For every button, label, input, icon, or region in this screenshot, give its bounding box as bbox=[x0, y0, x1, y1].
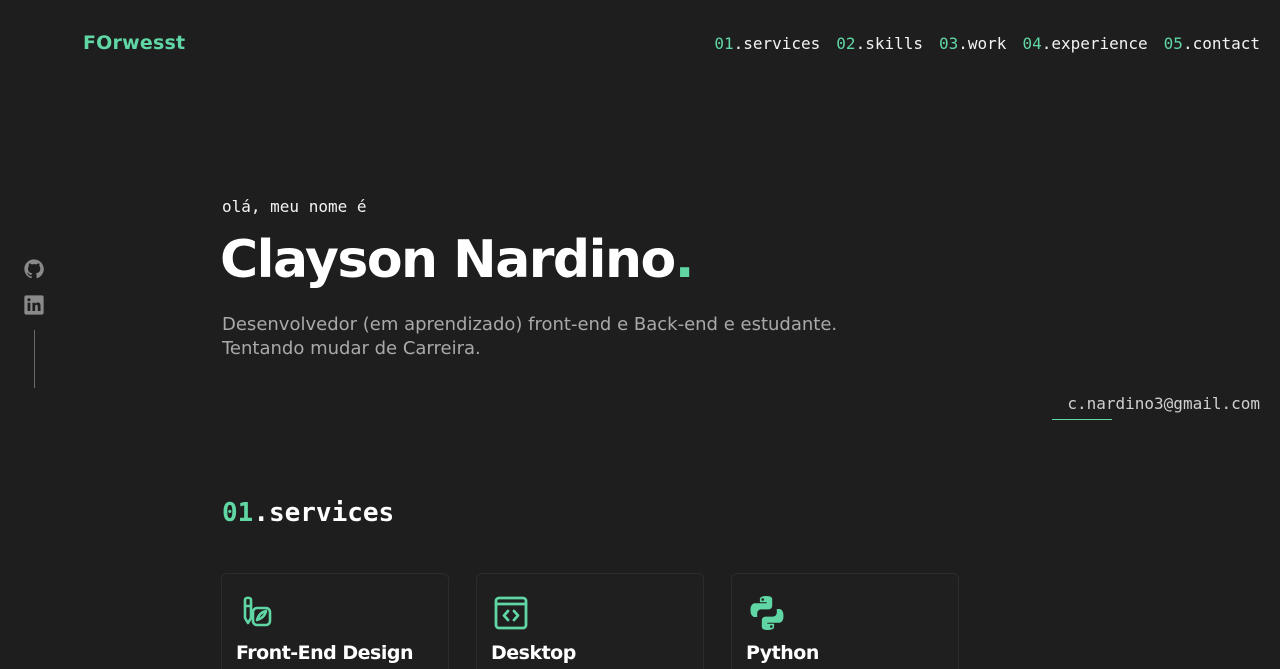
nav-item-experience[interactable]: 04.experience bbox=[1022, 34, 1147, 53]
service-card-desktop[interactable]: Desktop bbox=[476, 573, 704, 669]
nav-item-contact[interactable]: 05.contact bbox=[1164, 34, 1260, 53]
section-number: 01 bbox=[222, 498, 254, 528]
services-heading: 01.services bbox=[222, 498, 394, 528]
nav-label: .skills bbox=[855, 34, 923, 53]
nav-item-skills[interactable]: 02.skills bbox=[836, 34, 923, 53]
nav-number: 04 bbox=[1022, 34, 1042, 53]
hero-tagline: Desenvolvedor (em aprendizado) front-end… bbox=[222, 313, 882, 361]
tagline-line: Tentando mudar de Carreira. bbox=[222, 338, 481, 359]
nav-item-work[interactable]: 03.work bbox=[939, 34, 1006, 53]
nav-number: 01 bbox=[714, 34, 734, 53]
hero-name: Clayson Nardino. bbox=[220, 226, 695, 294]
hero-name-dot: . bbox=[674, 230, 695, 290]
logo-link[interactable]: FOrwesst bbox=[83, 32, 185, 54]
hero-name-text: Clayson Nardino bbox=[220, 230, 676, 290]
service-card-title: Python bbox=[746, 642, 819, 664]
social-sidebar bbox=[23, 258, 45, 388]
service-card-title: Front-End Design bbox=[236, 642, 414, 664]
tagline-line: Desenvolvedor (em aprendizado) front-end… bbox=[222, 314, 838, 335]
email-underline bbox=[1052, 419, 1112, 420]
nav-label: .contact bbox=[1182, 34, 1260, 53]
design-tools-icon bbox=[236, 592, 278, 634]
linkedin-icon[interactable] bbox=[23, 294, 45, 316]
service-card-frontend[interactable]: Front-End Design bbox=[221, 573, 449, 669]
nav-label: .experience bbox=[1041, 34, 1148, 53]
nav-label: .services bbox=[733, 34, 821, 53]
email-link[interactable]: c.nardino3@gmail.com bbox=[1067, 394, 1260, 413]
greeting: olá, meu nome é bbox=[222, 197, 367, 216]
github-icon[interactable] bbox=[23, 258, 45, 280]
services-cards: Front-End Design Desktop Python bbox=[221, 573, 959, 669]
nav-number: 03 bbox=[939, 34, 959, 53]
sidebar-divider bbox=[33, 330, 35, 388]
code-icon bbox=[491, 592, 533, 634]
python-icon bbox=[746, 592, 788, 634]
main-nav: 01.services 02.skills 03.work 04.experie… bbox=[714, 34, 1260, 53]
service-card-title: Desktop bbox=[491, 642, 576, 664]
page: FOrwesst 01.services 02.skills 03.work 0… bbox=[0, 0, 1280, 669]
nav-number: 02 bbox=[836, 34, 856, 53]
nav-item-services[interactable]: 01.services bbox=[714, 34, 820, 53]
nav-number: 05 bbox=[1163, 34, 1183, 53]
section-label: .services bbox=[253, 498, 395, 528]
nav-label: .work bbox=[958, 34, 1007, 53]
service-card-python[interactable]: Python bbox=[731, 573, 959, 669]
